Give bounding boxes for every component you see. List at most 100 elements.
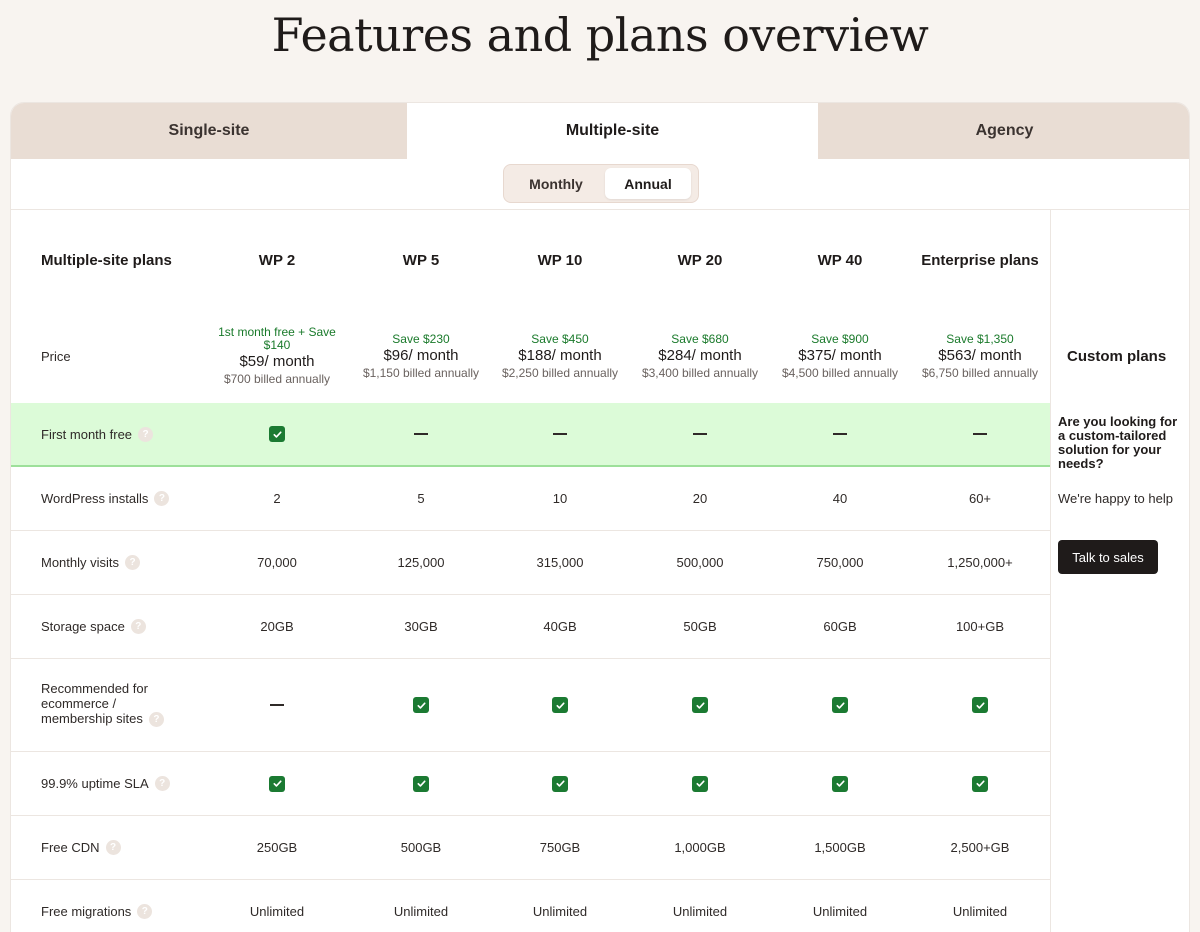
feature-value: 2,500+GB [950, 840, 1010, 855]
feature-value: 10 [552, 491, 568, 506]
help-tooltip-icon[interactable]: ? [154, 776, 170, 791]
feature-label-cell: Monthly visits? [41, 531, 191, 594]
feature-value: 60+ [968, 491, 992, 506]
help-tooltip-icon[interactable]: ? [148, 712, 164, 728]
billed-annually-text: $6,750 billed annually [921, 365, 1039, 380]
savings-text: Save $680 [671, 331, 729, 346]
checkmark-icon [832, 775, 848, 792]
feature-value-cell: 1,250,000+ [910, 531, 1050, 594]
feature-value: 750GB [539, 840, 581, 855]
feature-value-cell: 20 [630, 467, 770, 530]
feature-value: Unlimited [249, 904, 305, 919]
price-row: Price 1st month free + Save $140 $59/ mont… [11, 310, 1050, 403]
feature-value: 40 [832, 491, 848, 506]
feature-value-cell: 2 [207, 467, 347, 530]
help-tooltip-icon[interactable]: ? [154, 491, 170, 506]
feature-value-cell [351, 403, 491, 465]
feature-value: 70,000 [257, 555, 297, 570]
feature-value-cell [910, 659, 1050, 751]
feature-value-cell: 750GB [490, 816, 630, 879]
monthly-price: $96/ month [383, 346, 459, 364]
feature-value-cell: Unlimited [490, 880, 630, 932]
feature-value-cell [630, 752, 770, 815]
feature-value-cell: 50GB [630, 595, 770, 658]
plan-name-header: WP 2 [207, 210, 347, 310]
feature-value-cell: 100+GB [910, 595, 1050, 658]
feature-value: 750,000 [816, 555, 864, 570]
table-header-label: Multiple-site plans [41, 251, 172, 269]
feature-label-cell: Free migrations? [41, 880, 191, 932]
feature-value: 100+GB [955, 619, 1005, 634]
plan-name-header: WP 10 [490, 210, 630, 310]
feature-value-cell: 2,500+GB [910, 816, 1050, 879]
billed-annually-text: $1,150 billed annually [362, 365, 480, 380]
feature-row: Monthly visits? 70,000 125,000 315,000 500,0… [11, 531, 1050, 595]
plan-name-header: Enterprise plans [920, 210, 1040, 310]
plan-name-header: WP 5 [351, 210, 491, 310]
price-cell: Save $230 $96/ month $1,150 billed annuall… [351, 310, 491, 403]
feature-value: 250GB [256, 840, 298, 855]
plan-name-header: WP 40 [770, 210, 910, 310]
feature-value: Unlimited [812, 904, 868, 919]
feature-value: 500,000 [676, 555, 724, 570]
price-label-cell: Price [41, 310, 191, 403]
dash-icon [693, 433, 707, 435]
billed-annually-text: $700 billed annually [223, 372, 331, 386]
feature-label-cell: WordPress installs? [41, 467, 191, 530]
talk-to-sales-button[interactable]: Talk to sales [1058, 540, 1158, 574]
savings-text: 1st month free + Save $140 [218, 325, 336, 352]
plan-name-header: WP 20 [630, 210, 770, 310]
comparison-table: Multiple-site plans WP 2 WP 5 WP 10 WP 20 WP … [11, 210, 1050, 932]
savings-text: Save $900 [811, 331, 869, 346]
help-tooltip-icon[interactable]: ? [138, 426, 154, 442]
dash-icon [553, 433, 567, 435]
price-cell: Save $1,350 $563/ month $6,750 billed annu… [910, 310, 1050, 403]
feature-value-cell: Unlimited [910, 880, 1050, 932]
help-tooltip-icon[interactable]: ? [125, 555, 141, 570]
plan-name: WP 40 [817, 251, 863, 269]
feature-value-cell [351, 659, 491, 751]
feature-value-cell: 40 [770, 467, 910, 530]
feature-row: First month free? [11, 403, 1050, 467]
help-tooltip-icon[interactable]: ? [130, 619, 146, 634]
monthly-price: $188/ month [518, 346, 602, 364]
tab-multiple-site[interactable]: Multiple-site [407, 103, 818, 159]
price-label: Price [41, 349, 71, 364]
plans-card: Single-site Multiple-site Agency Monthly… [10, 102, 1190, 932]
tab-agency[interactable]: Agency [818, 103, 1189, 159]
checkmark-icon [413, 775, 429, 792]
plan-name: WP 2 [258, 251, 296, 269]
feature-value-cell: 1,000GB [630, 816, 770, 879]
table-header-row: Multiple-site plans WP 2 WP 5 WP 10 WP 20 WP … [11, 210, 1050, 310]
feature-value-cell: 1,500GB [770, 816, 910, 879]
billing-annual-option[interactable]: Annual [605, 168, 691, 199]
tab-single-site[interactable]: Single-site [11, 103, 407, 159]
header-label-cell: Multiple-site plans [41, 210, 221, 310]
help-tooltip-icon[interactable]: ? [105, 840, 121, 855]
plan-name: Enterprise plans [921, 251, 1039, 269]
help-tooltip-icon[interactable]: ? [137, 904, 153, 919]
feature-label-cell: 99.9% uptime SLA? [41, 752, 191, 815]
feature-value: 30GB [404, 619, 438, 634]
custom-plans-help-text: We're happy to help [1058, 491, 1173, 506]
billing-monthly-option[interactable]: Monthly [507, 168, 605, 199]
custom-plans-heading: Custom plans [1067, 348, 1167, 365]
feature-value-cell [490, 403, 630, 465]
plan-name: WP 10 [537, 251, 583, 269]
feature-value-cell [351, 752, 491, 815]
feature-value-cell: 60+ [910, 467, 1050, 530]
feature-value: Unlimited [672, 904, 728, 919]
feature-value-cell: 500,000 [630, 531, 770, 594]
feature-value-cell [207, 403, 347, 465]
feature-value-cell: 70,000 [207, 531, 347, 594]
feature-value-cell: 125,000 [351, 531, 491, 594]
feature-value: 1,000GB [674, 840, 726, 855]
feature-value-cell [770, 403, 910, 465]
dash-icon [833, 433, 847, 435]
feature-value: 20 [692, 491, 708, 506]
feature-label: WordPress installs [41, 491, 149, 506]
feature-label-cell: Recommended for ecommerce / membership s… [41, 659, 191, 751]
checkmark-icon [552, 775, 568, 792]
feature-value: 2 [273, 491, 281, 506]
feature-value-cell [207, 659, 347, 751]
